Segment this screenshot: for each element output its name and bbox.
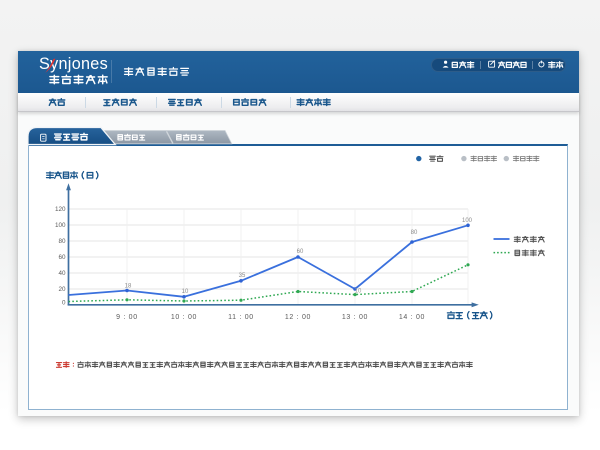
svg-text:35: 35 — [239, 273, 246, 279]
svg-text:80: 80 — [58, 238, 66, 245]
svg-text:11 : 00: 11 : 00 — [228, 314, 254, 321]
svg-text:Synjones: Synjones — [39, 55, 108, 73]
svg-text:20: 20 — [58, 286, 66, 293]
svg-text:100: 100 — [462, 218, 473, 224]
svg-text:12 : 00: 12 : 00 — [285, 314, 311, 321]
svg-text:40: 40 — [58, 270, 66, 277]
svg-text:0: 0 — [62, 300, 66, 307]
svg-text:60: 60 — [297, 249, 304, 255]
svg-text:100: 100 — [55, 222, 66, 229]
svg-text:10 : 00: 10 : 00 — [171, 314, 197, 321]
svg-text:14 : 00: 14 : 00 — [399, 314, 425, 321]
svg-text:10: 10 — [182, 289, 189, 295]
svg-text:9 : 00: 9 : 00 — [116, 314, 138, 321]
svg-text:80: 80 — [411, 230, 418, 236]
svg-text:18: 18 — [125, 283, 132, 289]
svg-text:10: 10 — [355, 289, 362, 295]
svg-text:120: 120 — [55, 206, 66, 213]
svg-text:13 : 00: 13 : 00 — [342, 314, 368, 321]
svg-text:60: 60 — [58, 254, 66, 261]
